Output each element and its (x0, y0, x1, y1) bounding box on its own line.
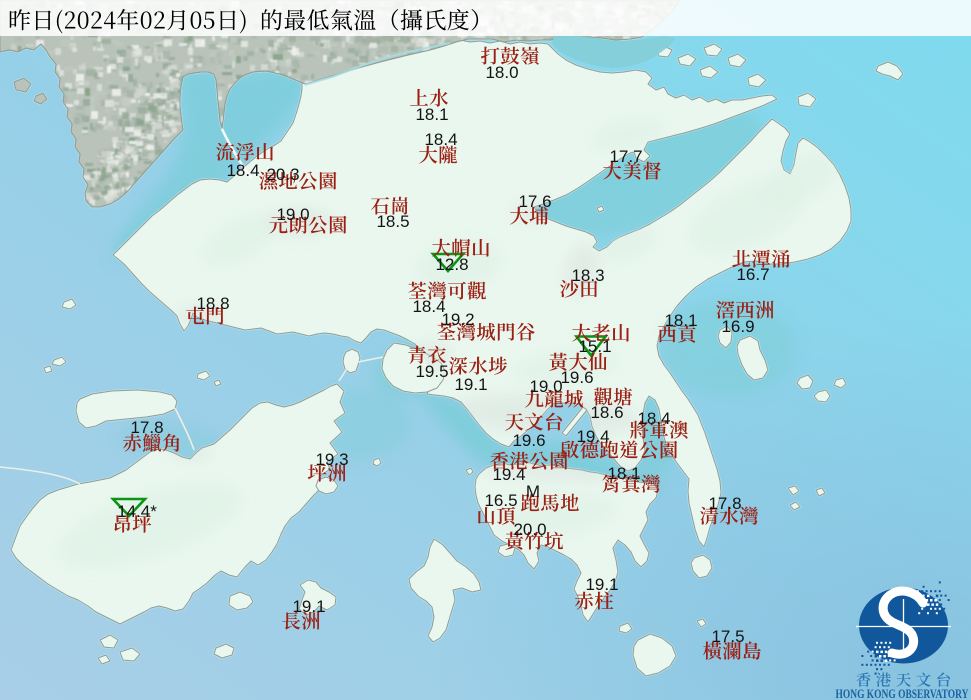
station-value: 18.4 (226, 161, 259, 180)
station-value: 19.3 (315, 450, 348, 469)
station-value: 18.4 (637, 409, 670, 428)
station-value: 18.5 (376, 212, 409, 231)
station-value: 18.1 (664, 311, 697, 330)
station-value: 19.1 (585, 575, 618, 594)
station-value: 16.5 (484, 491, 517, 510)
station-value: 18.4 (424, 130, 457, 149)
station-value: 19.6 (512, 431, 545, 450)
station-value: 19.1 (454, 375, 487, 394)
station-value: 19.0 (529, 377, 562, 396)
station-value: 16.7 (736, 265, 769, 284)
station-value: 17.7 (609, 147, 642, 166)
station-value: 18.1 (415, 105, 448, 124)
station-value: 19.2 (441, 310, 474, 329)
station-value: 15.1 (578, 337, 611, 356)
map-base (0, 0, 971, 700)
title-bar (0, 0, 971, 36)
station-value: 19.4 (576, 427, 609, 446)
station-value: M (526, 482, 540, 501)
title-bar-bg (0, 0, 971, 36)
station-value: 18.1 (607, 464, 640, 483)
station-value: 19.0 (276, 205, 309, 224)
station-value: 19.6 (560, 368, 593, 387)
logo-en-text: HONG KONG OBSERVATORY (836, 687, 969, 700)
station-value: 17.8 (130, 418, 163, 437)
hong-kong-map: 18.0 18.1 18.4 18.4 20.3 19.0 18.5 17.7 17.6 12.8… (0, 0, 971, 700)
station-value: 17.5 (711, 627, 744, 646)
min-temperature-map: 18.0 18.1 18.4 18.4 20.3 19.0 18.5 17.7 17.6 12.8… (0, 0, 971, 700)
station-value: 19.4 (492, 465, 525, 484)
station-value: 19.1 (292, 597, 325, 616)
station-value: 17.6 (518, 192, 551, 211)
station-value: 20.0 (513, 520, 546, 539)
station-value: 12.8 (435, 255, 468, 274)
station-value: 20.3 (266, 165, 299, 184)
station-value: 14.4* (117, 502, 157, 521)
station-value: 16.9 (721, 317, 754, 336)
station-value: 18.0 (485, 63, 518, 82)
station-value: 18.8 (196, 294, 229, 313)
station-value: 18.3 (571, 266, 604, 285)
station-value: 18.6 (590, 403, 623, 422)
station-value: 17.8 (708, 494, 741, 513)
station-value: 19.5 (415, 362, 448, 381)
